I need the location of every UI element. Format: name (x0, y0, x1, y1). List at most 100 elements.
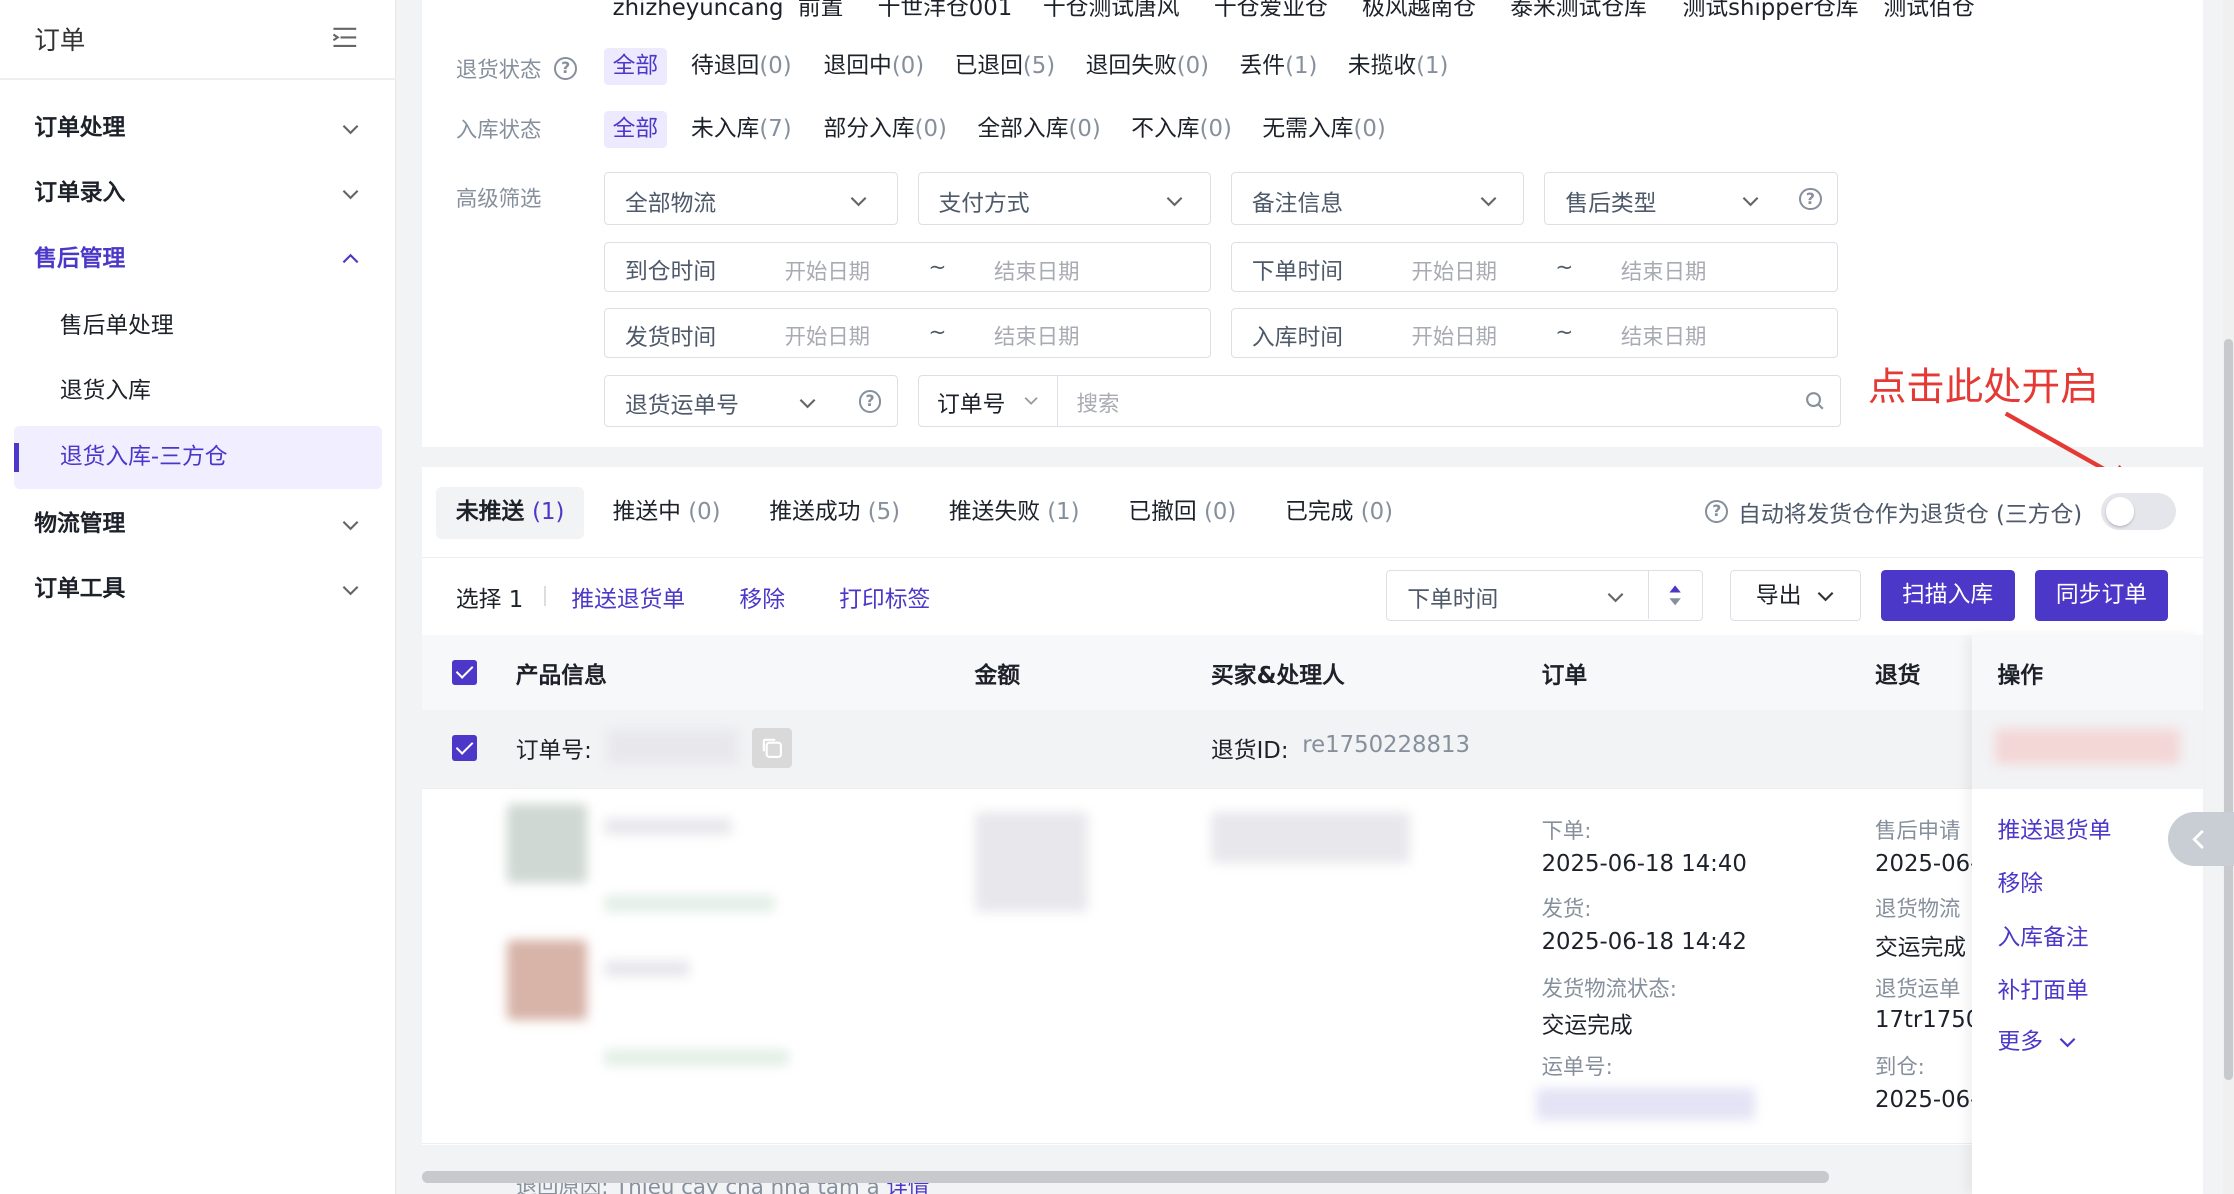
return-status-all[interactable]: 全部 (604, 48, 667, 86)
print-label-button[interactable]: 打印标签 (839, 581, 930, 614)
chevron-left-icon (2192, 829, 2204, 849)
export-button[interactable]: 导出 (1729, 569, 1861, 622)
chip-label: 未入库 (690, 116, 760, 143)
start-date-input[interactable]: 开始日期 (1411, 255, 1496, 286)
select-all-checkbox[interactable] (451, 659, 478, 686)
sidebar-item-after-sales[interactable]: 售后管理 (0, 231, 396, 288)
row-checkbox[interactable] (451, 735, 478, 761)
inbound-time-range[interactable]: 入库时间 开始日期 ~ 结束日期 (1230, 307, 1838, 358)
inbound-status-not-required[interactable]: 无需入库(0) (1254, 111, 1395, 148)
sort-field-select[interactable]: 下单时间 (1386, 569, 1703, 622)
inbound-status-all[interactable]: 全部 (604, 111, 667, 149)
search-input[interactable]: 搜索 (1077, 387, 1120, 418)
return-status-returning[interactable]: 退回中(0) (815, 48, 933, 85)
start-date-input[interactable]: 开始日期 (785, 320, 870, 351)
warehouse-option[interactable]: 极风越南仓 (1353, 0, 1484, 27)
start-date-input[interactable]: 开始日期 (785, 255, 870, 286)
return-field-label: 退货运单 (1874, 976, 1961, 1002)
chip-count: (1) (1416, 53, 1449, 80)
inbound-remark-link[interactable]: 入库备注 (1997, 919, 2088, 952)
sidebar-title: 订单 (34, 25, 86, 56)
warehouse-option[interactable]: 前置 (789, 0, 852, 27)
select-value: 退货运单号 (625, 393, 739, 420)
warehouse-option[interactable]: 十仓爱业仓 (1205, 0, 1336, 27)
order-time-range[interactable]: 下单时间 开始日期 ~ 结束日期 (1230, 242, 1838, 293)
return-status-not-collected[interactable]: 未揽收(1) (1339, 48, 1457, 85)
sidebar-item-return-inbound-3pl[interactable]: 退货入库-三方仓 (14, 425, 382, 489)
remove-link[interactable]: 移除 (1997, 865, 2043, 898)
order-number-redacted (606, 729, 738, 764)
inbound-status-not-inbound[interactable]: 未入库(7) (682, 111, 800, 148)
chip-count: (0) (891, 53, 925, 80)
warehouse-option[interactable]: 测试shipper仓库 (1674, 0, 1867, 27)
warehouse-option[interactable]: 泰米测试仓库 (1502, 0, 1656, 27)
reprint-label-link[interactable]: 补打面单 (1997, 972, 2088, 1005)
warehouse-option[interactable]: 十仓测试唐风 (1034, 0, 1188, 27)
horizontal-scrollbar[interactable] (421, 1171, 1830, 1183)
inbound-status-no-inbound[interactable]: 不入库(0) (1123, 111, 1241, 148)
warehouse-option[interactable]: zhizheyuncang (604, 0, 792, 27)
push-return-order-button[interactable]: 推送退货单 (571, 581, 685, 614)
end-date-input[interactable]: 结束日期 (1621, 320, 1706, 351)
start-date-input[interactable]: 开始日期 (1411, 320, 1496, 351)
sidebar-item-logistics[interactable]: 物流管理 (0, 496, 396, 553)
sidebar-item-order-processing[interactable]: 订单处理 (0, 100, 396, 157)
scan-inbound-button[interactable]: 扫描入库 (1880, 569, 2015, 622)
collapse-menu-icon[interactable] (332, 26, 358, 49)
column-header-product: 产品信息 (515, 662, 607, 689)
help-icon[interactable]: ? (1705, 500, 1729, 523)
sort-order-icon[interactable] (1668, 584, 1682, 607)
range-separator: ~ (1555, 254, 1574, 280)
end-date-input[interactable]: 结束日期 (994, 320, 1079, 351)
sync-orders-button[interactable]: 同步订单 (2034, 569, 2169, 622)
return-status-pending[interactable]: 待退回(0) (682, 48, 800, 85)
tab-label: 推送成功 (769, 499, 861, 526)
inbound-status-partial[interactable]: 部分入库(0) (815, 111, 956, 148)
help-icon[interactable]: ? (554, 56, 577, 80)
tab-withdrawn[interactable]: 已撤回 (0) (1108, 487, 1256, 538)
remove-button[interactable]: 移除 (739, 581, 785, 614)
tab-push-success[interactable]: 推送成功 (5) (749, 487, 920, 538)
sidebar-item-return-inbound[interactable]: 退货入库 (14, 360, 382, 423)
tab-pushing[interactable]: 推送中 (0) (593, 487, 741, 538)
return-status-returned[interactable]: 已退回(5) (946, 48, 1064, 85)
end-date-input[interactable]: 结束日期 (994, 255, 1079, 286)
sidebar-item-order-tools[interactable]: 订单工具 (0, 561, 396, 618)
arrival-time-range[interactable]: 到仓时间 开始日期 ~ 结束日期 (604, 242, 1212, 293)
sidebar-item-label: 订单录入 (34, 180, 126, 207)
tab-push-failed[interactable]: 推送失败 (1) (929, 487, 1100, 538)
warehouse-option[interactable]: 测试佰仓 (1875, 0, 1983, 27)
chip-label: 未揽收 (1347, 53, 1417, 80)
search-icon[interactable] (1805, 391, 1825, 411)
help-icon[interactable]: ? (858, 389, 882, 413)
order-field-value: 2025-06-18 14:42 (1541, 928, 1747, 955)
return-status-lost[interactable]: 丢件(1) (1231, 48, 1326, 85)
select-value: 下单时间 (1407, 586, 1499, 613)
range-separator: ~ (1555, 320, 1574, 346)
payment-select[interactable]: 支付方式 (917, 172, 1211, 226)
logistics-select[interactable]: 全部物流 (604, 172, 898, 226)
sidebar-item-order-entry[interactable]: 订单录入 (0, 165, 396, 222)
order-field-label: 下单: (1541, 818, 1592, 844)
end-date-input[interactable]: 结束日期 (1621, 255, 1706, 286)
warehouse-option[interactable]: 十世洋仓001 (869, 0, 1021, 27)
sidebar-item-after-sales-processing[interactable]: 售后单处理 (14, 295, 382, 358)
help-icon[interactable]: ? (1799, 187, 1822, 211)
push-return-order-link[interactable]: 推送退货单 (1997, 812, 2111, 845)
side-panel-toggle[interactable] (2168, 812, 2234, 867)
return-status-failed[interactable]: 退回失败(0) (1077, 48, 1218, 85)
inbound-status-full[interactable]: 全部入库(0) (969, 111, 1110, 148)
search-field-select[interactable]: 订单号 (919, 375, 1059, 426)
remark-select[interactable]: 备注信息 (1230, 172, 1525, 226)
auto-return-warehouse-toggle[interactable] (2101, 492, 2176, 530)
more-actions-link[interactable]: 更多 (1997, 1023, 2076, 1056)
tracking-number-select[interactable]: 退货运单号 ? (604, 374, 898, 428)
vertical-scrollbar-thumb[interactable] (2224, 339, 2233, 1080)
tab-completed[interactable]: 已完成 (0) (1265, 487, 1413, 538)
after-sales-type-select[interactable]: 售后类型 ? (1544, 172, 1838, 226)
tab-not-pushed[interactable]: 未推送 (1) (435, 487, 585, 539)
order-number-label: 订单号: (515, 738, 592, 765)
ship-time-range[interactable]: 发货时间 开始日期 ~ 结束日期 (604, 307, 1212, 358)
sidebar-item-label: 售后单处理 (59, 312, 174, 339)
copy-icon[interactable] (752, 728, 793, 768)
